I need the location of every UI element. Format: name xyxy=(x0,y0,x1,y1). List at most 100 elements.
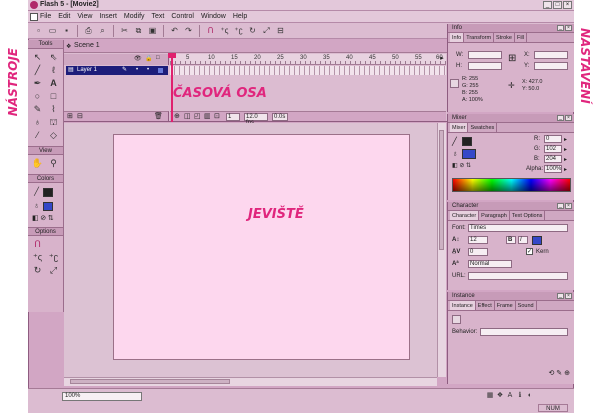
height-field[interactable] xyxy=(468,62,502,70)
save-icon[interactable]: ▪ xyxy=(61,25,72,36)
layer-visible-dot[interactable]: • xyxy=(136,66,138,75)
fill-color-swatch[interactable] xyxy=(42,201,53,211)
panel-minimize-button[interactable]: _ xyxy=(557,203,564,209)
snap-to-objects-icon[interactable]: Ո xyxy=(31,239,45,250)
lasso-tool-icon[interactable]: ℓ xyxy=(47,65,61,76)
panel-minimize-button[interactable]: _ xyxy=(557,293,564,299)
italic-button[interactable]: I xyxy=(518,236,528,244)
menu-help[interactable]: Help xyxy=(233,13,247,20)
center-frame-icon[interactable]: ⊕ xyxy=(174,112,180,120)
panel-close-button[interactable]: × xyxy=(565,293,572,299)
tab-info[interactable]: Info xyxy=(450,33,465,42)
font-size-field[interactable]: 12 xyxy=(468,236,488,244)
registration-grid-icon[interactable]: ⊞ xyxy=(508,53,516,64)
mixer-red-field[interactable]: 0 xyxy=(544,135,562,143)
url-field[interactable] xyxy=(468,272,568,280)
rotate-icon[interactable]: ↻ xyxy=(247,25,258,36)
tab-sound[interactable]: Sound xyxy=(516,301,537,310)
print-icon[interactable]: ⎙ xyxy=(83,25,94,36)
scale-option-icon[interactable]: ⤢ xyxy=(47,265,61,276)
menu-view[interactable]: View xyxy=(77,13,92,20)
tab-transform[interactable]: Transform xyxy=(464,33,495,42)
hand-tool-icon[interactable]: ✋ xyxy=(31,158,45,169)
add-layer-icon[interactable]: ⊞ xyxy=(67,112,73,120)
color-spectrum[interactable] xyxy=(452,178,571,192)
maximize-button[interactable]: □ xyxy=(553,1,562,9)
brush-tool-icon[interactable]: ⌇ xyxy=(47,104,61,115)
align-icon[interactable]: ⊟ xyxy=(275,25,286,36)
tab-text-options[interactable]: Text Options xyxy=(510,211,546,220)
tab-swatches[interactable]: Swatches xyxy=(468,123,498,132)
tab-instance[interactable]: Instance xyxy=(450,301,476,310)
font-select[interactable]: Times xyxy=(468,224,568,232)
delete-layer-icon[interactable]: 🗑 xyxy=(154,112,163,120)
undo-icon[interactable]: ↶ xyxy=(169,25,180,36)
open-file-icon[interactable]: ▭ xyxy=(47,25,58,36)
mixer-status-icon[interactable]: ◐ xyxy=(526,392,534,400)
redo-icon[interactable]: ↷ xyxy=(183,25,194,36)
document-icon[interactable] xyxy=(30,13,38,21)
smooth-option-icon[interactable]: ⁺ς xyxy=(31,252,45,263)
bold-button[interactable]: B xyxy=(506,236,516,244)
rotate-option-icon[interactable]: ↻ xyxy=(31,265,45,276)
minimize-button[interactable]: _ xyxy=(543,1,552,9)
new-file-icon[interactable]: ▫ xyxy=(33,25,44,36)
width-field[interactable] xyxy=(468,51,502,59)
menu-modify[interactable]: Modify xyxy=(124,13,145,20)
tracking-field[interactable]: 0 xyxy=(468,248,488,256)
vertical-scroll-thumb[interactable] xyxy=(439,130,444,250)
mixer-fill-swatch[interactable] xyxy=(462,149,476,159)
panel-close-button[interactable]: × xyxy=(565,115,572,121)
menu-insert[interactable]: Insert xyxy=(99,13,117,20)
layer-outline-color[interactable] xyxy=(158,68,163,73)
mixer-stroke-swatch[interactable] xyxy=(462,137,472,146)
swap-colors-icon[interactable]: ⇅ xyxy=(48,215,54,222)
frame-ruler[interactable]: 5 10 15 20 25 30 35 40 45 50 55 60 xyxy=(170,54,446,65)
panel-close-button[interactable]: × xyxy=(565,25,572,31)
cut-icon[interactable]: ✂ xyxy=(119,25,130,36)
menu-text[interactable]: Text xyxy=(152,13,165,20)
paint-bucket-tool-icon[interactable]: ⛫ xyxy=(47,117,61,128)
text-tool-icon[interactable]: A xyxy=(47,78,61,89)
tab-paragraph[interactable]: Paragraph xyxy=(479,211,510,220)
kern-checkbox[interactable]: ✓ xyxy=(526,248,533,255)
panel-close-button[interactable]: × xyxy=(565,203,572,209)
default-colors-icon[interactable]: ◧ xyxy=(32,215,39,222)
edit-multiple-frames-icon[interactable]: ▥ xyxy=(204,112,211,120)
add-guide-layer-icon[interactable]: ⊟ xyxy=(77,112,83,120)
line-tool-icon[interactable]: ╱ xyxy=(31,65,45,76)
mixer-alpha-field[interactable]: 100% xyxy=(544,165,562,173)
panel-minimize-button[interactable]: _ xyxy=(557,115,564,121)
lock-icon[interactable]: 🔒 xyxy=(145,55,152,62)
stroke-color-swatch[interactable] xyxy=(42,187,53,197)
zoom-tool-icon[interactable]: ⚲ xyxy=(47,158,61,169)
mixer-green-field[interactable]: 102 xyxy=(544,145,562,153)
horizontal-scroll-thumb[interactable] xyxy=(70,379,230,384)
instance-action-icons[interactable]: ⟲ ✎ ⊕ xyxy=(549,369,571,377)
y-field[interactable] xyxy=(534,62,568,70)
x-field[interactable] xyxy=(534,51,568,59)
smooth-icon[interactable]: ⁺ς xyxy=(219,25,230,36)
menu-control[interactable]: Control xyxy=(171,13,194,20)
pen-tool-icon[interactable]: ✒ xyxy=(31,78,45,89)
text-color-swatch[interactable] xyxy=(532,236,542,245)
onion-markers-icon[interactable]: ⊡ xyxy=(214,112,220,120)
layer-frames[interactable] xyxy=(170,66,446,75)
eye-icon[interactable]: 👁 xyxy=(134,55,142,62)
tab-fill[interactable]: Fill xyxy=(515,33,527,42)
onion-outline-icon[interactable]: ◰ xyxy=(194,112,201,120)
copy-icon[interactable]: ⧉ xyxy=(133,25,144,36)
tab-frame[interactable]: Frame xyxy=(495,301,516,310)
eraser-tool-icon[interactable]: ◇ xyxy=(47,130,61,141)
eyedropper-tool-icon[interactable]: ⁄ xyxy=(31,130,45,141)
baseline-select[interactable]: Normal xyxy=(468,260,512,268)
tab-effect[interactable]: Effect xyxy=(476,301,495,310)
paste-icon[interactable]: ▣ xyxy=(147,25,158,36)
mixer-default-icons[interactable]: ◧ ⊘ ⇅ xyxy=(452,162,471,169)
snap-magnet-icon[interactable]: Ո xyxy=(205,25,216,36)
character-status-icon[interactable]: A xyxy=(506,392,514,400)
onion-skin-icon[interactable]: ◫ xyxy=(184,112,191,120)
menu-edit[interactable]: Edit xyxy=(58,13,70,20)
scene-status-icon[interactable]: ▦ xyxy=(486,392,494,400)
symbol-status-icon[interactable]: ❖ xyxy=(496,392,504,400)
